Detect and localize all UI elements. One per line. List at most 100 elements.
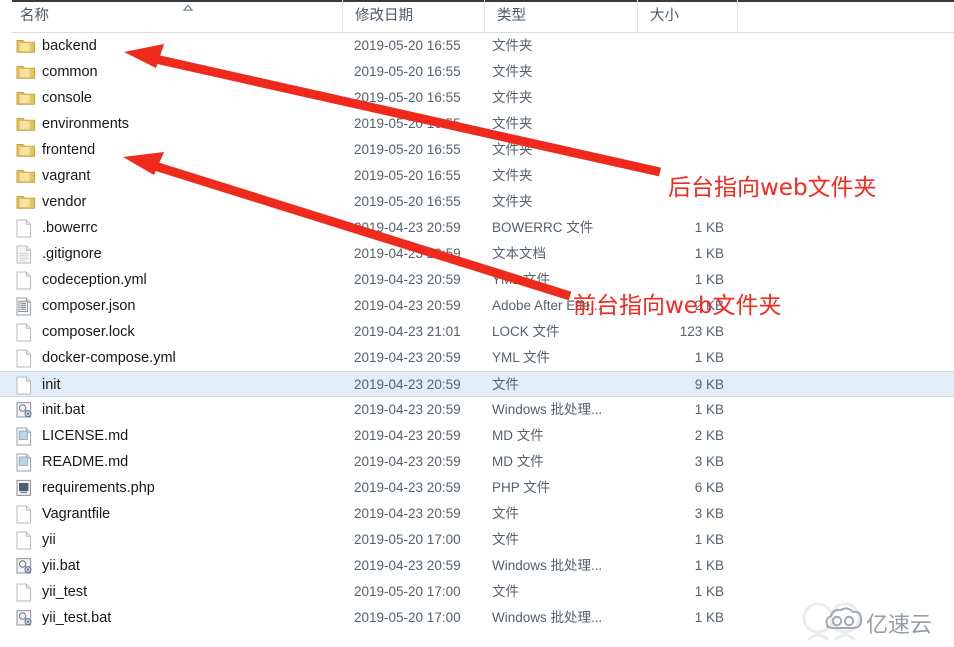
file-date-cell: 2019-04-23 20:59: [354, 298, 461, 313]
md-file-icon: [16, 453, 36, 472]
file-list[interactable]: backend 2019-05-20 16:55 文件夹 common 2019-05-…: [0, 33, 954, 631]
file-name-cell[interactable]: .gitignore: [16, 241, 102, 267]
file-name-cell[interactable]: composer.json: [16, 293, 136, 319]
file-date-cell: 2019-04-23 20:59: [354, 402, 461, 417]
column-header-name[interactable]: 名称: [8, 0, 342, 32]
blank-file-icon: [16, 531, 36, 550]
file-size-cell: 1 KB: [694, 532, 724, 547]
file-size-cell: 1 KB: [694, 610, 724, 625]
file-size-cell: 3 KB: [694, 506, 724, 521]
file-name-label: composer.lock: [42, 324, 135, 340]
file-type-cell: MD 文件: [492, 428, 544, 443]
file-name-cell[interactable]: frontend: [16, 137, 95, 163]
file-row[interactable]: composer.json 2019-04-23 20:59 Adobe After…: [0, 293, 954, 319]
file-row[interactable]: README.md 2019-04-23 20:59 MD 文件 3 KB: [0, 449, 954, 475]
file-row[interactable]: backend 2019-05-20 16:55 文件夹: [0, 33, 954, 59]
file-name-cell[interactable]: LICENSE.md: [16, 423, 128, 449]
file-date-cell: 2019-04-23 21:01: [354, 324, 461, 339]
file-size-cell: [560, 111, 724, 137]
file-name-label: common: [42, 64, 98, 80]
file-name-cell[interactable]: yii_test: [16, 579, 87, 605]
blank-file-icon: [16, 219, 36, 238]
file-name-label: requirements.php: [42, 480, 155, 496]
file-row[interactable]: vagrant 2019-05-20 16:55 文件夹: [0, 163, 954, 189]
file-row[interactable]: docker-compose.yml 2019-04-23 20:59 YML 文件…: [0, 345, 954, 371]
file-size-cell: 1 KB: [694, 350, 724, 365]
folder-icon: [16, 167, 36, 185]
file-name-cell[interactable]: docker-compose.yml: [16, 345, 176, 371]
file-name-cell[interactable]: codeception.yml: [16, 267, 147, 293]
file-name-cell[interactable]: yii: [16, 527, 56, 553]
file-name-cell[interactable]: .bowerrc: [16, 215, 98, 241]
file-size-cell: 1 KB: [694, 558, 724, 573]
file-row[interactable]: environments 2019-05-20 16:55 文件夹: [0, 111, 954, 137]
file-name-cell[interactable]: vendor: [16, 189, 86, 215]
file-row[interactable]: yii 2019-05-20 17:00 文件 1 KB: [0, 527, 954, 553]
blank-file-icon: [16, 271, 36, 290]
file-row[interactable]: codeception.yml 2019-04-23 20:59 YML 文件 1 K…: [0, 267, 954, 293]
file-name-cell[interactable]: init: [16, 372, 61, 398]
column-header-type[interactable]: 类型: [484, 0, 637, 32]
file-type-cell: 文件: [492, 584, 519, 599]
file-explorer-window: 名称 修改日期 类型 大小 backend 2019-05-20 16:55 文件夹…: [0, 0, 954, 647]
file-date-cell: 2019-04-23 20:59: [354, 350, 461, 365]
file-row[interactable]: init 2019-04-23 20:59 文件 9 KB: [0, 371, 954, 397]
file-date-cell: 2019-05-20 17:00: [354, 532, 461, 547]
file-type-cell: PHP 文件: [492, 480, 551, 495]
file-date-cell: 2019-04-23 20:59: [354, 454, 461, 469]
file-row[interactable]: common 2019-05-20 16:55 文件夹: [0, 59, 954, 85]
blank-file-icon: [16, 349, 36, 368]
file-row[interactable]: composer.lock 2019-04-23 21:01 LOCK 文件 123 …: [0, 319, 954, 345]
file-date-cell: 2019-04-23 20:59: [354, 480, 461, 495]
file-name-cell[interactable]: requirements.php: [16, 475, 155, 501]
file-type-cell: 文件夹: [492, 116, 533, 131]
json-file-icon: [16, 297, 36, 316]
file-row[interactable]: init.bat 2019-04-23 20:59 Windows 批处理... 1 …: [0, 397, 954, 423]
file-name-cell[interactable]: yii_test.bat: [16, 605, 111, 631]
file-date-cell: 2019-04-23 20:59: [354, 506, 461, 521]
blank-file-icon: [16, 376, 36, 395]
file-name-cell[interactable]: backend: [16, 33, 97, 59]
file-size-cell: 6 KB: [694, 480, 724, 495]
folder-icon: [16, 193, 36, 211]
file-name-label: README.md: [42, 454, 129, 470]
file-size-cell: 1 KB: [694, 220, 724, 235]
file-type-cell: YML 文件: [492, 272, 551, 287]
file-name-cell[interactable]: console: [16, 85, 92, 111]
file-name-cell[interactable]: common: [16, 59, 98, 85]
file-name-label: environments: [42, 116, 130, 132]
file-row[interactable]: LICENSE.md 2019-04-23 20:59 MD 文件 2 KB: [0, 423, 954, 449]
column-header-size[interactable]: 大小: [637, 0, 737, 32]
file-name-cell[interactable]: composer.lock: [16, 319, 135, 345]
file-name-cell[interactable]: vagrant: [16, 163, 90, 189]
file-row[interactable]: Vagrantfile 2019-04-23 20:59 文件 3 KB: [0, 501, 954, 527]
file-row[interactable]: .bowerrc 2019-04-23 20:59 BOWERRC 文件 1 KB: [0, 215, 954, 241]
file-name-cell[interactable]: README.md: [16, 449, 128, 475]
file-row[interactable]: requirements.php 2019-04-23 20:59 PHP 文件 6 …: [0, 475, 954, 501]
folder-icon: [16, 115, 36, 133]
column-header-filler[interactable]: [737, 0, 954, 32]
file-name-cell[interactable]: environments: [16, 111, 129, 137]
file-name-label: console: [42, 90, 92, 106]
file-row[interactable]: frontend 2019-05-20 16:55 文件夹: [0, 137, 954, 163]
file-row[interactable]: console 2019-05-20 16:55 文件夹: [0, 85, 954, 111]
file-type-cell: 文件夹: [492, 90, 533, 105]
blank-file-icon: [16, 583, 36, 602]
file-type-cell: YML 文件: [492, 350, 551, 365]
file-date-cell: 2019-05-20 17:00: [354, 610, 461, 625]
column-header-date[interactable]: 修改日期: [342, 0, 484, 32]
file-name-cell[interactable]: yii.bat: [16, 553, 80, 579]
file-size-cell: 2 KB: [694, 428, 724, 443]
file-date-cell: 2019-04-23 20:59: [354, 246, 461, 261]
file-name-label: .gitignore: [42, 246, 102, 262]
file-name-cell[interactable]: Vagrantfile: [16, 501, 110, 527]
file-row[interactable]: vendor 2019-05-20 16:55 文件夹: [0, 189, 954, 215]
file-row[interactable]: .gitignore 2019-04-23 20:59 文本文档 1 KB: [0, 241, 954, 267]
file-row[interactable]: yii.bat 2019-04-23 20:59 Windows 批处理... 1 K…: [0, 553, 954, 579]
file-size-cell: [560, 163, 724, 189]
file-date-cell: 2019-04-23 20:59: [354, 428, 461, 443]
file-name-cell[interactable]: init.bat: [16, 397, 85, 423]
file-date-cell: 2019-04-23 20:59: [354, 220, 461, 235]
watermark: 亿速云: [822, 605, 948, 639]
file-name-label: Vagrantfile: [42, 506, 111, 522]
